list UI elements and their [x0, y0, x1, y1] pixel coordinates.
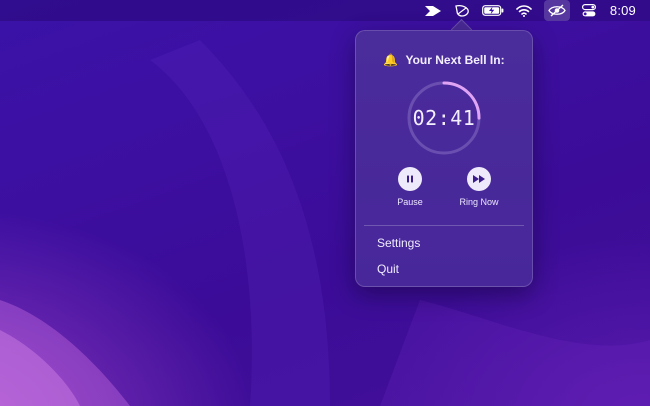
battery-charging-icon[interactable]	[481, 0, 504, 21]
ring-now-button-circle[interactable]	[467, 167, 491, 191]
wallpaper-waves	[0, 0, 650, 406]
popover-title: Your Next Bell In:	[405, 53, 505, 67]
popover-header: 🔔 Your Next Bell In:	[356, 53, 532, 67]
bell-leaf-icon[interactable]	[454, 0, 470, 21]
quit-menu-item[interactable]: Quit	[377, 262, 399, 276]
settings-menu-item[interactable]: Settings	[377, 236, 420, 250]
ring-now-button[interactable]: Ring Now	[444, 167, 514, 207]
countdown-timer: 02:41	[412, 106, 476, 130]
fast-forward-icon	[473, 175, 485, 183]
arrow-app-icon[interactable]	[424, 0, 442, 21]
menu-bar: 8:09	[0, 0, 650, 21]
control-center-icon[interactable]	[581, 0, 596, 21]
ring-now-label: Ring Now	[459, 197, 499, 207]
bell-timer-popover: 🔔 Your Next Bell In: 02:41 Pause Ring No…	[355, 30, 533, 287]
pause-label: Pause	[397, 197, 423, 207]
eye-slash-icon[interactable]	[543, 0, 570, 21]
bell-icon: 🔔	[383, 53, 399, 67]
pause-button-circle[interactable]	[398, 167, 422, 191]
countdown-ring: 02:41	[405, 79, 483, 157]
wifi-icon[interactable]	[516, 0, 532, 21]
pause-icon	[407, 175, 413, 183]
pause-button[interactable]: Pause	[375, 167, 445, 207]
menu-divider	[364, 225, 524, 226]
menu-bar-clock[interactable]: 8:09	[610, 0, 636, 21]
